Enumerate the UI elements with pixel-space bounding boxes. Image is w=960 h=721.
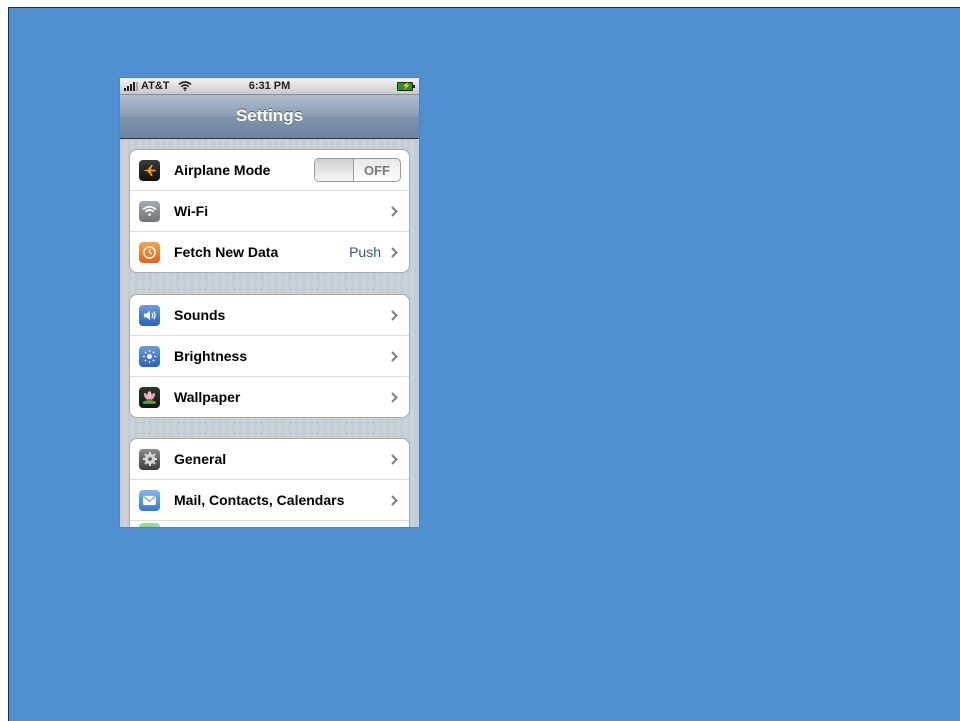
settings-row-wifi[interactable]: Wi-Fi <box>130 191 409 232</box>
wallpaper-label: Wallpaper <box>174 389 241 405</box>
sun-icon <box>139 345 160 367</box>
speaker-icon <box>139 304 160 326</box>
mail-icon <box>139 489 160 511</box>
desktop-background: AT&T 6:31 PM ⚡ Settings Airplane Mode OF… <box>8 7 960 721</box>
battery-icon: ⚡ <box>397 82 415 91</box>
settings-row-general[interactable]: General <box>130 439 409 480</box>
settings-row-brightness[interactable]: Brightness <box>130 336 409 377</box>
status-time: 6:31 PM <box>248 80 291 92</box>
airplane-mode-toggle[interactable]: OFF <box>314 158 401 182</box>
wifi-icon <box>139 200 160 222</box>
flower-icon <box>139 386 160 408</box>
airplane-icon <box>139 159 160 181</box>
chevron-right-icon <box>387 309 401 321</box>
mail-contacts-calendars-label: Mail, Contacts, Calendars <box>174 492 345 508</box>
sounds-label: Sounds <box>174 307 226 323</box>
chevron-right-icon <box>387 494 401 506</box>
settings-group-display: Sounds Brightness Wallpaper <box>129 294 410 418</box>
toggle-knob <box>315 159 354 181</box>
chevron-right-icon <box>387 453 401 465</box>
general-label: General <box>174 451 227 467</box>
chevron-right-icon <box>387 391 401 403</box>
chevron-right-icon <box>387 205 401 217</box>
settings-row-wallpaper[interactable]: Wallpaper <box>130 377 409 417</box>
clock-icon <box>139 241 160 263</box>
chevron-right-icon <box>387 350 401 362</box>
nav-title: Settings <box>120 95 419 139</box>
settings-row-sounds[interactable]: Sounds <box>130 295 409 336</box>
toggle-state-text: OFF <box>364 163 390 178</box>
settings-row-airplane-mode[interactable]: Airplane Mode OFF <box>130 150 409 191</box>
settings-group-network: Airplane Mode OFF Wi-Fi Fetch New Data P… <box>129 149 410 273</box>
settings-group-general: General Mail, Contacts, Calendars <box>129 438 410 527</box>
brightness-label: Brightness <box>174 348 248 364</box>
fetch-new-data-label: Fetch New Data <box>174 244 279 260</box>
fetch-new-data-detail: Push <box>349 244 381 260</box>
settings-row-fetch-new-data[interactable]: Fetch New Data Push <box>130 232 409 272</box>
wifi-label: Wi-Fi <box>174 203 209 219</box>
status-bar: AT&T 6:31 PM ⚡ <box>120 78 419 95</box>
settings-row-mail-contacts-calendars[interactable]: Mail, Contacts, Calendars <box>130 480 409 521</box>
chevron-right-icon <box>387 246 401 258</box>
phone-icon <box>139 523 160 527</box>
gear-icon <box>139 448 160 470</box>
settings-row-partial[interactable] <box>130 521 409 527</box>
iphone-screen: AT&T 6:31 PM ⚡ Settings Airplane Mode OF… <box>120 78 419 527</box>
